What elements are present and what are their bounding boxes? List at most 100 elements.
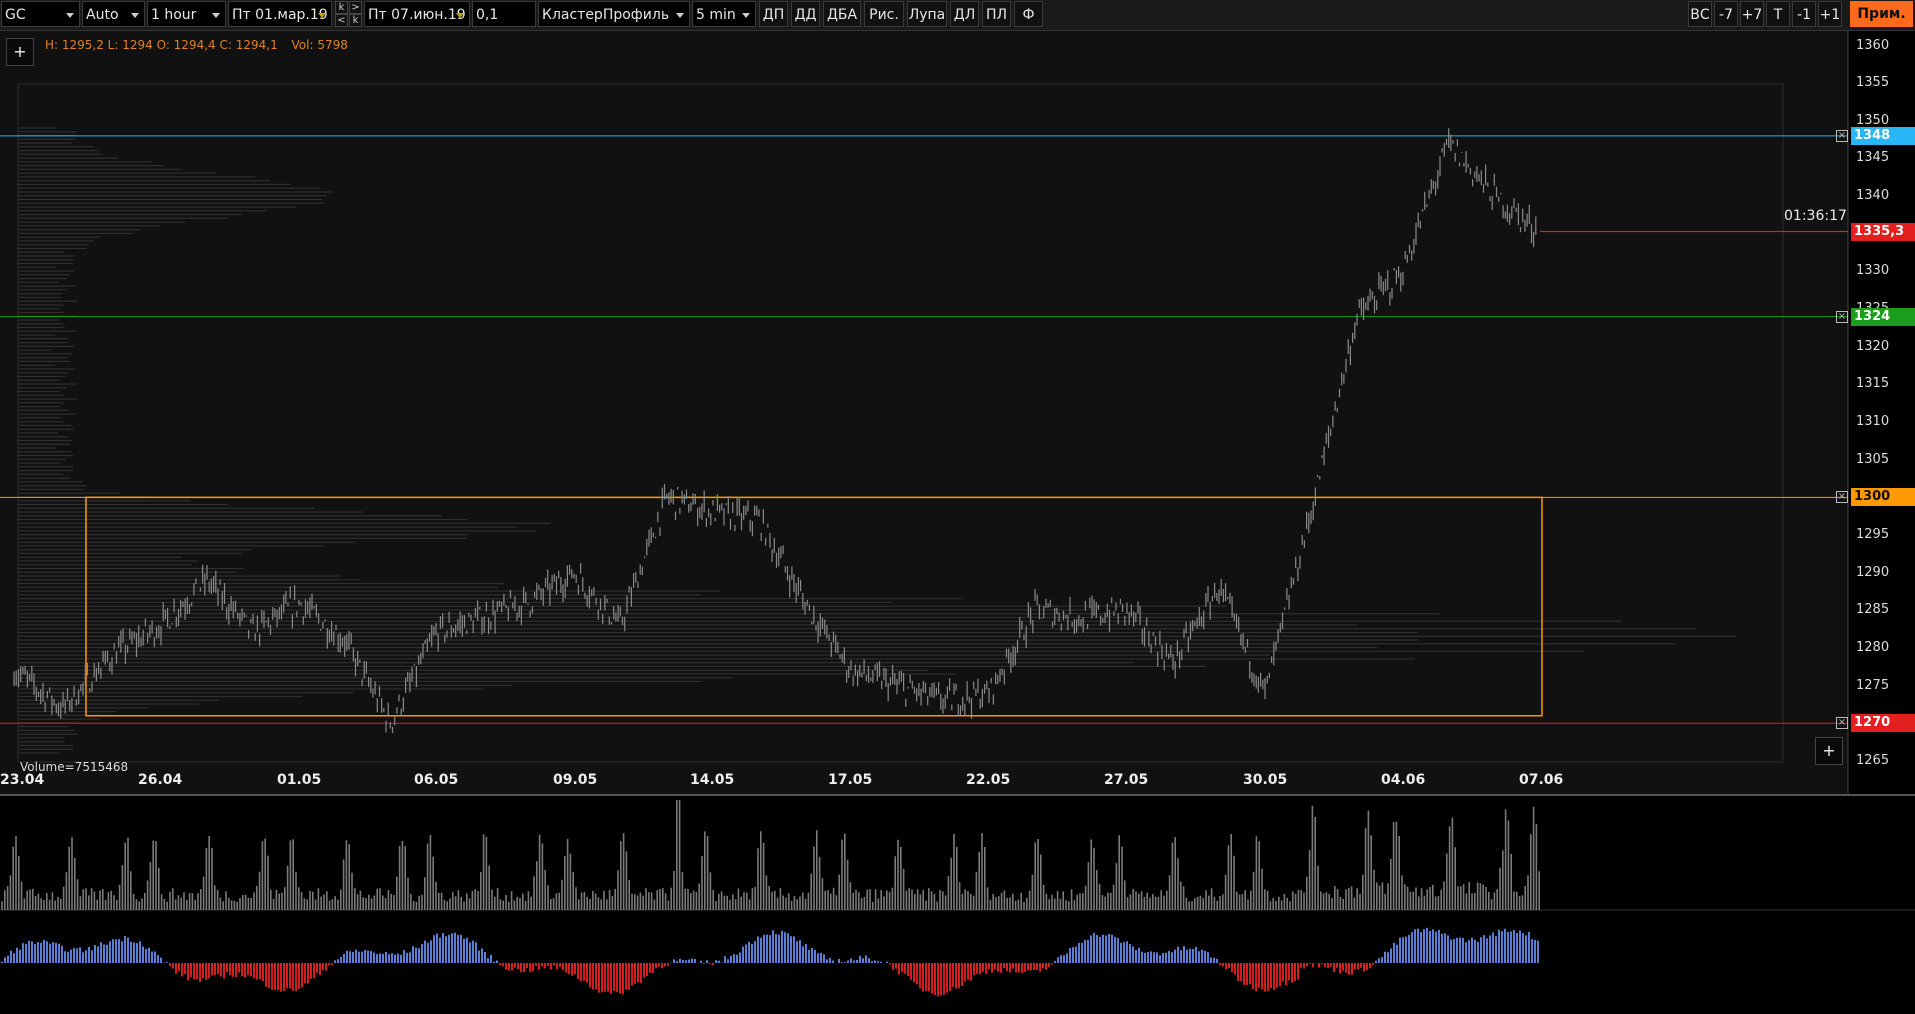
profile-bar — [18, 586, 499, 588]
y-tick-label: 1275 — [1856, 677, 1890, 693]
profile-bar — [18, 210, 267, 212]
profile-bar — [18, 639, 1419, 641]
profile-bar — [18, 515, 442, 517]
profile-bar — [18, 616, 1235, 619]
profile-bar — [18, 458, 66, 460]
profile-bar — [18, 748, 73, 750]
y-tick-label: 1340 — [1856, 188, 1890, 204]
y-tick-label: 1320 — [1856, 338, 1890, 354]
y-tick-label: 1360 — [1856, 37, 1890, 53]
profile-bar — [18, 311, 64, 314]
profile-bar — [18, 635, 1736, 637]
profile-bar — [18, 247, 87, 250]
profile-bar — [18, 138, 75, 140]
profile-bar — [18, 165, 164, 167]
profile-bar — [18, 308, 59, 310]
profile-bar — [18, 613, 1440, 615]
profile-bar — [18, 304, 64, 306]
volume-text: Vol: 5798 — [291, 38, 348, 52]
profile-bar — [18, 187, 320, 189]
profile-bar — [18, 390, 61, 393]
profile-bar — [18, 281, 59, 283]
x-tick-label: 01.05 — [277, 772, 322, 788]
profile-bar — [18, 680, 702, 683]
profile-bar — [18, 191, 333, 193]
x-tick-label: 26.04 — [138, 772, 183, 788]
profile-bar — [18, 695, 303, 698]
x-tick-label: 27.05 — [1104, 772, 1149, 788]
profile-bar — [18, 357, 68, 359]
profile-bar — [18, 300, 78, 302]
x-tick-label: 04.06 — [1381, 772, 1426, 788]
profile-bar — [18, 503, 228, 506]
profile-bar — [18, 372, 68, 374]
profile-bar — [18, 217, 230, 219]
profile-bar — [18, 413, 77, 415]
profile-bar — [18, 206, 296, 208]
profile-bar — [18, 202, 325, 204]
profile-bar — [18, 451, 72, 453]
add-panel-button[interactable]: + — [1815, 737, 1843, 765]
profile-bar — [18, 334, 56, 336]
profile-bar — [18, 330, 77, 332]
profile-bar — [18, 127, 57, 129]
profile-bar — [18, 575, 342, 577]
profile-bar — [18, 432, 58, 434]
add-indicator-button[interactable]: + — [6, 38, 34, 66]
profile-bar — [18, 526, 518, 528]
profile-bar — [18, 669, 929, 671]
profile-bar — [18, 436, 69, 438]
level-remove-icon[interactable]: × — [1836, 129, 1848, 142]
x-tick-label: 06.05 — [414, 772, 459, 788]
profile-bar — [18, 213, 243, 216]
profile-bar — [18, 552, 242, 555]
level-price-tag: 1270 — [1851, 714, 1915, 733]
level-price-tag: 1300 — [1851, 488, 1915, 507]
volume-bars — [1, 800, 1540, 910]
level-remove-icon[interactable]: × — [1836, 491, 1848, 504]
profile-bar — [18, 571, 237, 573]
x-tick-label: 30.05 — [1243, 772, 1288, 788]
profile-bar — [18, 710, 117, 713]
profile-bar — [18, 266, 56, 268]
y-tick-label: 1265 — [1856, 752, 1890, 768]
profile-bar — [18, 232, 133, 234]
profile-bar — [18, 560, 198, 562]
profile-bar — [18, 417, 62, 419]
profile-bar — [18, 752, 60, 754]
y-tick-label: 1310 — [1856, 414, 1890, 430]
delta-positive-bars — [1, 927, 1539, 963]
y-tick-label: 1355 — [1856, 75, 1890, 91]
x-tick-label: 17.05 — [828, 772, 873, 788]
profile-bar — [18, 153, 103, 155]
profile-bar — [18, 289, 67, 291]
bar-timer: 01:36:17 — [1784, 208, 1847, 224]
profile-bar — [18, 142, 72, 144]
profile-bar — [18, 500, 191, 502]
x-tick-label: 09.05 — [553, 772, 598, 788]
y-tick-label: 1280 — [1856, 639, 1890, 655]
profile-bar — [18, 259, 74, 261]
profile-bar — [18, 628, 1697, 630]
level-remove-icon[interactable]: × — [1836, 310, 1848, 323]
profile-bar — [18, 481, 83, 483]
profile-bar — [18, 161, 152, 163]
profile-bar — [18, 406, 60, 408]
profile-bar — [18, 447, 56, 449]
profile-bar — [18, 274, 70, 276]
profile-bar — [18, 677, 733, 679]
chart-canvas — [0, 31, 1915, 997]
ohlc-info: H: 1295,2 L: 1294 O: 1294,4 C: 1294,1 Vo… — [45, 38, 358, 52]
profile-bar — [18, 251, 64, 253]
last-price-tag: 1335,3 — [1851, 222, 1915, 241]
profile-bar — [18, 424, 71, 427]
profile-bar — [18, 262, 73, 265]
profile-bar — [18, 383, 77, 385]
profile-bar — [18, 296, 62, 299]
profile-bar — [18, 530, 538, 532]
profile-bar — [18, 353, 73, 355]
profile-bar — [18, 131, 76, 133]
level-remove-icon[interactable]: × — [1836, 717, 1848, 730]
profile-bar — [18, 601, 893, 603]
profile-bar — [18, 319, 60, 321]
